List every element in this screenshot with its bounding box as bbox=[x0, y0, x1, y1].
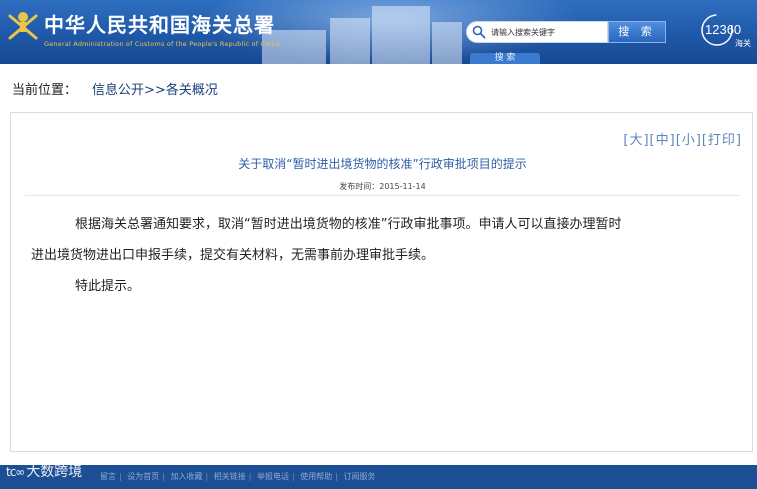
breadcrumb: 当前位置： 信息公开>>各关概况 bbox=[0, 64, 757, 110]
breadcrumb-separator: >> bbox=[144, 83, 166, 98]
title-divider bbox=[25, 195, 740, 196]
hotline-number: 12360 bbox=[705, 22, 741, 37]
article-paragraph-line: 进出境货物进出口申报手续，提交有关材料，无需事前办理审批手续。 bbox=[31, 248, 435, 263]
hotline-12360-logo[interactable]: 12360 海关 bbox=[695, 10, 755, 50]
font-small-button[interactable]: [小] bbox=[676, 133, 702, 148]
header-building bbox=[432, 22, 462, 64]
footer-link-related[interactable]: 相关链接 bbox=[214, 472, 246, 481]
article-paragraph: 特此提示。 bbox=[75, 279, 141, 294]
site-footer: 留言 | 设为首页 | 加入收藏 | 相关链接 | 举报电话 | 使用帮助 | 订阅服务 bbox=[0, 465, 757, 489]
hotline-label: 海关 bbox=[735, 38, 751, 48]
article-panel: [大][中][小][打印] 关于取消“暂时进出境货物的核准”行政审批项目的提示 … bbox=[10, 112, 753, 452]
site-header: 中华人民共和国海关总署 General Administration of Cu… bbox=[0, 0, 757, 64]
article-body: 根据海关总署通知要求，取消“暂时进出境货物的核准”行政审批事项。申请人可以直接办… bbox=[31, 209, 751, 302]
footer-separator: | bbox=[248, 472, 252, 481]
watermark-mark: tc∞ bbox=[6, 465, 25, 479]
site-title[interactable]: 中华人民共和国海关总署 bbox=[44, 9, 275, 38]
footer-separator: | bbox=[292, 472, 295, 481]
footer-link-message[interactable]: 留言 bbox=[100, 472, 116, 481]
footer-link-set-homepage[interactable]: 设为首页 bbox=[127, 472, 159, 481]
search-tab[interactable]: 搜 索 bbox=[470, 53, 540, 64]
footer-separator: | bbox=[162, 472, 165, 481]
breadcrumb-item-info-public[interactable]: 信息公开 bbox=[92, 83, 144, 98]
font-size-controls: [大][中][小][打印] bbox=[623, 129, 742, 148]
footer-link-subscribe[interactable]: 订阅服务 bbox=[344, 472, 376, 481]
footer-separator: | bbox=[335, 472, 338, 481]
footer-link-add-favorite[interactable]: 加入收藏 bbox=[171, 472, 203, 481]
search-box bbox=[466, 21, 608, 43]
watermark-logo: tc∞ 大数跨境 bbox=[6, 461, 82, 487]
header-building bbox=[372, 6, 430, 64]
footer-separator: | bbox=[205, 472, 209, 481]
watermark-text: 大数跨境 bbox=[26, 464, 83, 480]
header-building bbox=[330, 18, 370, 64]
site-subtitle: General Administration of Customs of the… bbox=[44, 40, 281, 48]
breadcrumb-label: 当前位置： bbox=[12, 83, 78, 98]
article-paragraph-line: 根据海关总署通知要求，取消“暂时进出境货物的核准”行政审批事项。申请人可以直接办… bbox=[75, 217, 622, 232]
font-large-button[interactable]: [大] bbox=[623, 133, 649, 148]
footer-separator: | bbox=[119, 472, 122, 481]
footer-links: 留言 | 设为首页 | 加入收藏 | 相关链接 | 举报电话 | 使用帮助 | 订阅服务 bbox=[100, 471, 379, 482]
breadcrumb-item-customs-overview[interactable]: 各关概况 bbox=[166, 83, 218, 98]
article-title: 关于取消“暂时进出境货物的核准”行政审批项目的提示 bbox=[238, 157, 527, 171]
print-button[interactable]: [打印] bbox=[702, 133, 742, 148]
article-date: 发布时间：2015-11-14 bbox=[339, 182, 426, 191]
customs-emblem-icon[interactable] bbox=[5, 8, 41, 44]
footer-link-report-phone[interactable]: 举报电话 bbox=[257, 472, 289, 481]
search-icon bbox=[472, 25, 486, 39]
search-input[interactable] bbox=[491, 24, 603, 40]
footer-link-help[interactable]: 使用帮助 bbox=[300, 472, 332, 481]
breadcrumb-path: 信息公开>>各关概况 bbox=[92, 79, 218, 98]
font-medium-button[interactable]: [中] bbox=[650, 133, 676, 148]
search-button[interactable]: 搜 索 bbox=[608, 21, 666, 43]
